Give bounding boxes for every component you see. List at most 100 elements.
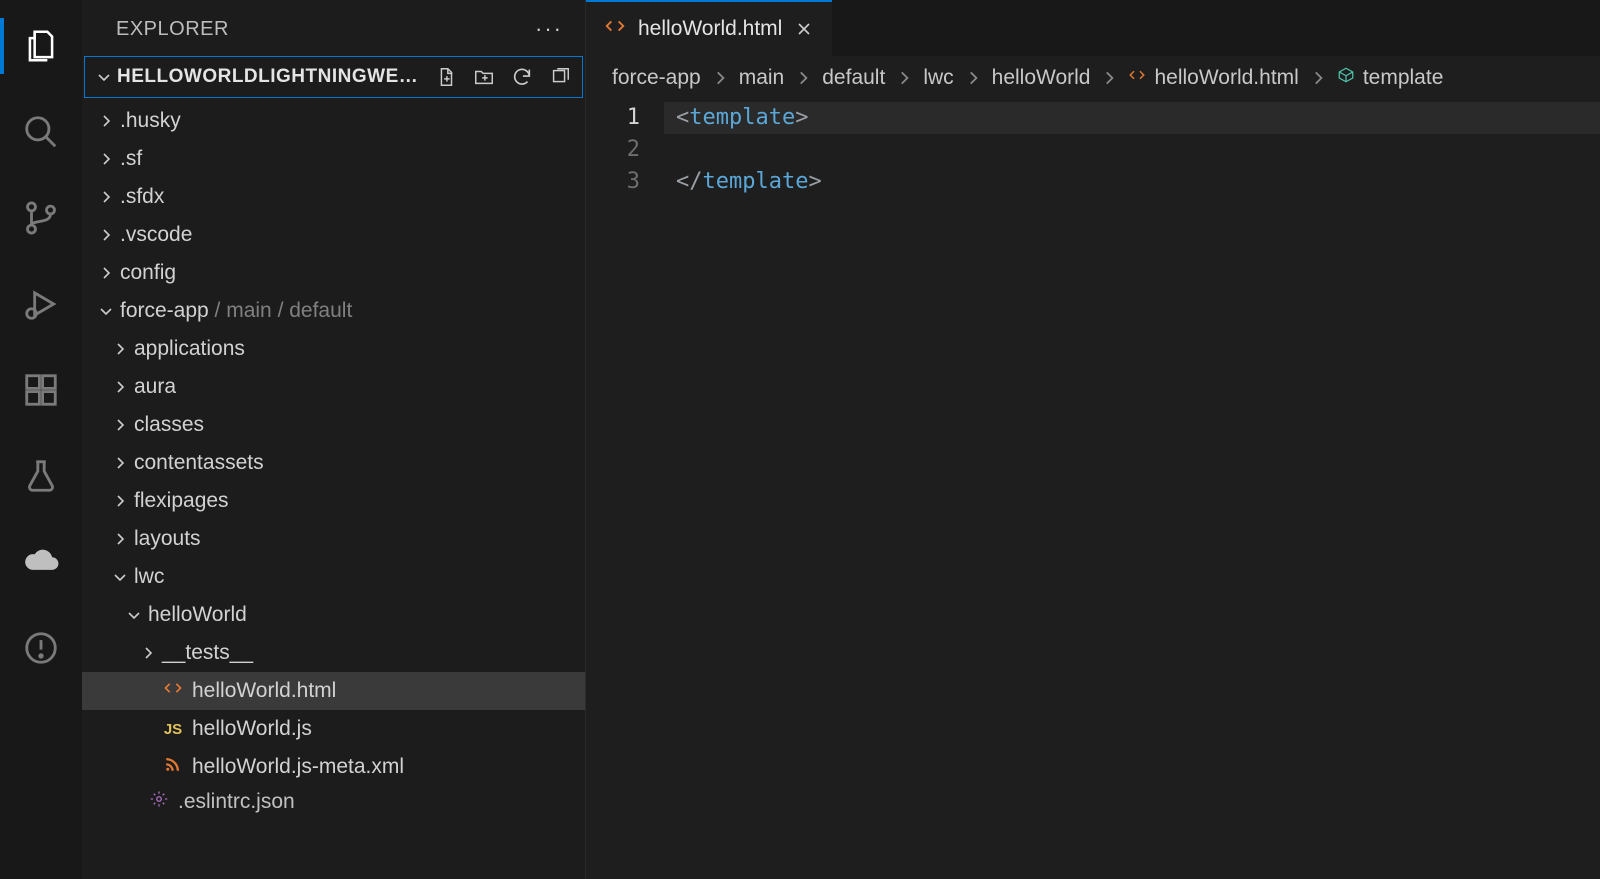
tabbar-empty: [832, 0, 1600, 56]
folder-label: config: [120, 261, 176, 285]
folder-label: force-app / main / default: [120, 299, 352, 323]
activity-source-control[interactable]: [0, 190, 82, 246]
breadcrumb-label: force-app: [612, 66, 701, 90]
warning-circle-icon: [22, 629, 60, 667]
folder-row[interactable]: contentassets: [82, 444, 585, 482]
code-line[interactable]: <template>: [664, 102, 1600, 134]
sidebar-more-icon[interactable]: ···: [535, 16, 563, 42]
breadcrumb-item[interactable]: helloWorld: [992, 66, 1091, 90]
project-header[interactable]: HELLOWORLDLIGHTNINGWE…: [84, 56, 583, 98]
activity-bar: [0, 0, 82, 879]
file-icon: [162, 756, 184, 778]
project-toolbar: [434, 65, 572, 89]
chevron-right-icon: [96, 263, 116, 283]
tab-helloworld-html[interactable]: helloWorld.html: [586, 0, 832, 56]
code-line[interactable]: [664, 134, 1600, 166]
activity-problems[interactable]: [0, 620, 82, 676]
folder-row[interactable]: applications: [82, 330, 585, 368]
activity-extensions[interactable]: [0, 362, 82, 418]
search-icon: [22, 113, 60, 151]
chevron-down-icon: [95, 68, 113, 86]
folder-row[interactable]: config: [82, 254, 585, 292]
activity-salesforce[interactable]: [0, 534, 82, 590]
file-row[interactable]: .eslintrc.json: [82, 786, 585, 818]
folder-row[interactable]: helloWorld: [82, 596, 585, 634]
file-label: .eslintrc.json: [178, 790, 295, 814]
chevron-right-icon: [96, 187, 116, 207]
chevron-down-icon: [96, 301, 116, 321]
folder-label: helloWorld: [148, 603, 247, 627]
new-folder-button[interactable]: [472, 65, 496, 89]
folder-row[interactable]: layouts: [82, 520, 585, 558]
breadcrumb-item[interactable]: template: [1337, 66, 1444, 90]
folder-row[interactable]: flexipages: [82, 482, 585, 520]
chevron-down-icon: [110, 567, 130, 587]
activity-testing[interactable]: [0, 448, 82, 504]
line-number: 2: [586, 134, 640, 166]
tab-bar: helloWorld.html: [586, 0, 1600, 56]
folder-label: .sf: [120, 147, 142, 171]
chevron-right-icon: [138, 643, 158, 663]
activity-run-debug[interactable]: [0, 276, 82, 332]
cloud-icon: [22, 543, 60, 581]
line-gutter: 123: [586, 102, 664, 879]
activity-search[interactable]: [0, 104, 82, 160]
file-row[interactable]: helloWorld.js-meta.xml: [82, 748, 585, 786]
chevron-right-icon: [110, 453, 130, 473]
code-line[interactable]: </template>: [664, 166, 1600, 198]
folder-row[interactable]: lwc: [82, 558, 585, 596]
chevron-right-icon: [964, 69, 982, 87]
chevron-right-icon: [895, 69, 913, 87]
chevron-right-icon: [110, 339, 130, 359]
breadcrumb-label: main: [739, 66, 785, 90]
file-icon: JS: [162, 718, 184, 740]
chevron-right-icon: [794, 69, 812, 87]
breadcrumb-item[interactable]: default: [822, 66, 885, 90]
code-lines[interactable]: <template> </template>: [664, 102, 1600, 879]
breadcrumb-item[interactable]: force-app: [612, 66, 701, 90]
extensions-icon: [22, 371, 60, 409]
file-icon: [162, 680, 184, 702]
folder-row[interactable]: aura: [82, 368, 585, 406]
folder-row[interactable]: .husky: [82, 102, 585, 140]
file-label: helloWorld.html: [192, 679, 336, 703]
flask-icon: [22, 457, 60, 495]
breadcrumb-label: helloWorld.html: [1154, 66, 1298, 90]
code-editor[interactable]: 123 <template> </template>: [586, 100, 1600, 879]
folder-row[interactable]: force-app / main / default: [82, 292, 585, 330]
line-number: 3: [586, 166, 640, 198]
code-file-icon: [604, 15, 626, 43]
collapse-all-button[interactable]: [548, 65, 572, 89]
folder-row[interactable]: .sf: [82, 140, 585, 178]
breadcrumb-item[interactable]: lwc: [923, 66, 953, 90]
app-root: EXPLORER ··· HELLOWORLDLIGHTNINGWE… .hus…: [0, 0, 1600, 879]
folder-label: applications: [134, 337, 245, 361]
folder-label: aura: [134, 375, 176, 399]
editor-area: helloWorld.html force-app main default lwc h…: [586, 0, 1600, 879]
folder-label: layouts: [134, 527, 201, 551]
folder-label: lwc: [134, 565, 164, 589]
breadcrumb-icon: [1128, 66, 1146, 90]
folder-row[interactable]: classes: [82, 406, 585, 444]
new-file-button[interactable]: [434, 65, 458, 89]
chevron-right-icon: [96, 149, 116, 169]
folder-label: classes: [134, 413, 204, 437]
tab-close-button[interactable]: [794, 19, 814, 39]
file-row[interactable]: JS helloWorld.js: [82, 710, 585, 748]
chevron-right-icon: [711, 69, 729, 87]
sidebar-title-row: EXPLORER ···: [82, 0, 585, 56]
file-label: helloWorld.js: [192, 717, 312, 741]
play-bug-icon: [22, 285, 60, 323]
breadcrumb-label: template: [1363, 66, 1444, 90]
refresh-button[interactable]: [510, 65, 534, 89]
folder-row[interactable]: .vscode: [82, 216, 585, 254]
chevron-right-icon: [110, 415, 130, 435]
chevron-right-icon: [1100, 69, 1118, 87]
folder-row[interactable]: __tests__: [82, 634, 585, 672]
folder-row[interactable]: .sfdx: [82, 178, 585, 216]
breadcrumb-item[interactable]: main: [739, 66, 785, 90]
breadcrumb-label: default: [822, 66, 885, 90]
activity-explorer[interactable]: [0, 18, 82, 74]
file-row[interactable]: helloWorld.html: [82, 672, 585, 710]
breadcrumb-item[interactable]: helloWorld.html: [1128, 66, 1298, 90]
